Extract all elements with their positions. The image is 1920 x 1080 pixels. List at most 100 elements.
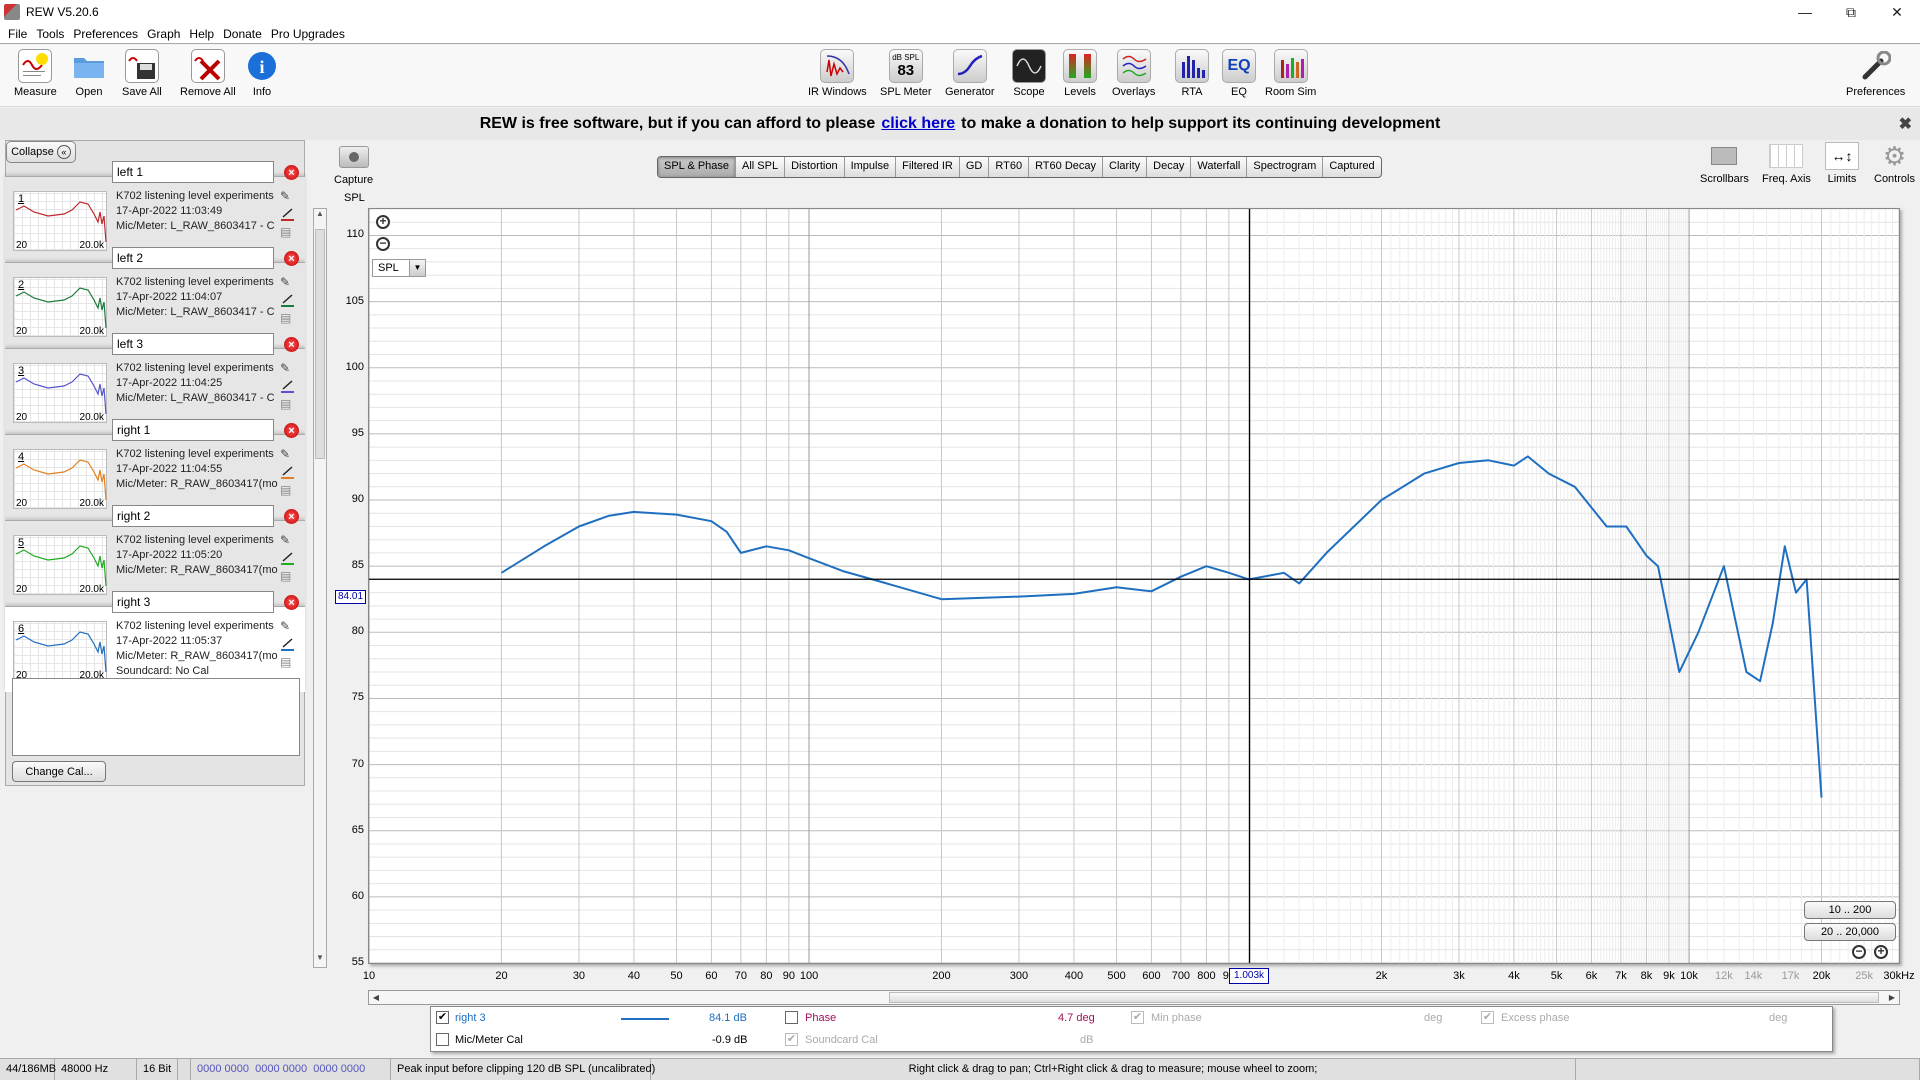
- tab-decay[interactable]: Decay: [1147, 157, 1192, 177]
- zoom-out-y-icon[interactable]: −: [376, 237, 390, 251]
- menu-pro-upgrades[interactable]: Pro Upgrades: [271, 27, 345, 41]
- delete-measurement-icon[interactable]: ×: [284, 165, 299, 180]
- save-all-button[interactable]: Save All: [122, 49, 162, 98]
- menu-preferences[interactable]: Preferences: [73, 27, 138, 41]
- measurement-name-input[interactable]: right 1: [112, 419, 274, 441]
- eq-button[interactable]: EQ EQ: [1222, 49, 1256, 98]
- spl-graph[interactable]: + − SPL ▼ 10 .. 200 20 .. 20,000 − +: [368, 208, 1900, 964]
- mic-cal-checkbox[interactable]: [436, 1033, 449, 1046]
- scope-button[interactable]: Scope: [1012, 49, 1046, 98]
- spl-meter-button[interactable]: dB SPL 83 SPL Meter: [880, 49, 932, 98]
- tab-clarity[interactable]: Clarity: [1103, 157, 1148, 177]
- overlays-button[interactable]: Overlays: [1112, 49, 1155, 98]
- trace-color-icon[interactable]: [280, 551, 296, 565]
- menu-file[interactable]: File: [8, 27, 27, 41]
- rta-button[interactable]: RTA: [1175, 49, 1209, 98]
- range-10-200-button[interactable]: 10 .. 200: [1804, 901, 1896, 919]
- zoom-in-y-icon[interactable]: +: [376, 215, 390, 229]
- restore-button[interactable]: ⧉: [1828, 0, 1874, 24]
- levels-button[interactable]: Levels: [1063, 49, 1097, 98]
- trace-color-icon[interactable]: [280, 379, 296, 393]
- dropdown-arrow-icon[interactable]: ▼: [409, 260, 425, 276]
- notes-icon[interactable]: ▤: [280, 311, 296, 325]
- measurement-thumbnail[interactable]: 3 20 20.0k: [13, 363, 107, 423]
- graph-hscrollbar[interactable]: ◀ ▶: [368, 990, 1900, 1005]
- measurement-name-input[interactable]: left 1: [112, 161, 274, 183]
- close-banner-icon[interactable]: ✖: [1899, 114, 1912, 134]
- excess-phase-checkbox[interactable]: ✔: [1481, 1011, 1494, 1024]
- measure-button[interactable]: Measure: [14, 49, 57, 98]
- measurement-thumbnail[interactable]: 5 20 20.0k: [13, 535, 107, 595]
- tab-captured[interactable]: Captured: [1323, 157, 1380, 177]
- spl-plot-canvas[interactable]: [369, 209, 1899, 963]
- tab-spl-phase[interactable]: SPL & Phase: [658, 157, 737, 177]
- notes-icon[interactable]: ▤: [280, 655, 296, 669]
- delete-measurement-icon[interactable]: ×: [284, 251, 299, 266]
- trace-color-icon[interactable]: [280, 465, 296, 479]
- spl-type-select[interactable]: SPL ▼: [372, 259, 426, 277]
- measurement-thumbnail[interactable]: 1 20 20.0k: [13, 191, 107, 251]
- close-button[interactable]: ✕: [1874, 0, 1920, 24]
- remove-all-button[interactable]: Remove All: [180, 49, 236, 98]
- controls-button[interactable]: ⚙ Controls: [1874, 141, 1915, 186]
- open-button[interactable]: Open: [72, 49, 106, 98]
- scroll-left-icon[interactable]: ◀: [369, 991, 383, 1004]
- notes-icon[interactable]: ▤: [280, 569, 296, 583]
- save-measurement-icon[interactable]: ✎: [280, 619, 296, 633]
- scroll-right-icon[interactable]: ▶: [1885, 991, 1899, 1004]
- measurement-notes[interactable]: [12, 678, 300, 756]
- tab-gd[interactable]: GD: [960, 157, 990, 177]
- scroll-down-icon[interactable]: ▼: [314, 953, 326, 967]
- tab-spectrogram[interactable]: Spectrogram: [1247, 157, 1324, 177]
- capture-button[interactable]: Capture: [334, 146, 373, 186]
- room-sim-button[interactable]: Room Sim: [1265, 49, 1316, 98]
- right3-checkbox[interactable]: ✔: [436, 1011, 449, 1024]
- notes-icon[interactable]: ▤: [280, 225, 296, 239]
- tab-rt60[interactable]: RT60: [989, 157, 1030, 177]
- donate-link[interactable]: click here: [881, 115, 955, 133]
- measurement-thumbnail[interactable]: 2 20 20.0k: [13, 277, 107, 337]
- info-button[interactable]: i Info: [245, 49, 279, 98]
- measurement-name-input[interactable]: left 2: [112, 247, 274, 269]
- measurement-name-input[interactable]: left 3: [112, 333, 274, 355]
- preferences-button[interactable]: Preferences: [1846, 49, 1905, 98]
- save-measurement-icon[interactable]: ✎: [280, 189, 296, 203]
- tab-filtered-ir[interactable]: Filtered IR: [896, 157, 960, 177]
- collapse-button[interactable]: Collapse «: [6, 141, 76, 163]
- measurement-name-input[interactable]: right 2: [112, 505, 274, 527]
- delete-measurement-icon[interactable]: ×: [284, 509, 299, 524]
- zoom-in-x-icon[interactable]: +: [1874, 945, 1888, 959]
- save-measurement-icon[interactable]: ✎: [280, 447, 296, 461]
- menu-graph[interactable]: Graph: [147, 27, 180, 41]
- save-measurement-icon[interactable]: ✎: [280, 533, 296, 547]
- tab-all-spl[interactable]: All SPL: [736, 157, 786, 177]
- panel-scrollbar[interactable]: ▲ ▼: [313, 208, 327, 968]
- change-cal-button[interactable]: Change Cal...: [12, 761, 106, 782]
- range-20-20000-button[interactable]: 20 .. 20,000: [1804, 923, 1896, 941]
- save-measurement-icon[interactable]: ✎: [280, 361, 296, 375]
- zoom-out-x-icon[interactable]: −: [1852, 945, 1866, 959]
- delete-measurement-icon[interactable]: ×: [284, 595, 299, 610]
- freq-axis-button[interactable]: Freq. Axis: [1762, 142, 1811, 185]
- ir-windows-button[interactable]: IR Windows: [808, 49, 867, 98]
- tab-impulse[interactable]: Impulse: [845, 157, 897, 177]
- soundcard-cal-checkbox[interactable]: ✔: [785, 1033, 798, 1046]
- scrollbar-thumb[interactable]: [315, 229, 325, 459]
- limits-button[interactable]: ↔↕ Limits: [1825, 142, 1859, 185]
- tab-waterfall[interactable]: Waterfall: [1191, 157, 1248, 177]
- notes-icon[interactable]: ▤: [280, 483, 296, 497]
- save-measurement-icon[interactable]: ✎: [280, 275, 296, 289]
- hscroll-thumb[interactable]: [889, 992, 1879, 1003]
- notes-icon[interactable]: ▤: [280, 397, 296, 411]
- menu-tools[interactable]: Tools: [36, 27, 64, 41]
- trace-color-icon[interactable]: [280, 637, 296, 651]
- trace-color-icon[interactable]: [280, 293, 296, 307]
- scrollbars-button[interactable]: Scrollbars: [1700, 142, 1749, 185]
- tab-distortion[interactable]: Distortion: [785, 157, 845, 177]
- tab-rt60-decay[interactable]: RT60 Decay: [1029, 157, 1103, 177]
- menu-donate[interactable]: Donate: [223, 27, 262, 41]
- trace-color-icon[interactable]: [280, 207, 296, 221]
- measurement-thumbnail[interactable]: 4 20 20.0k: [13, 449, 107, 509]
- delete-measurement-icon[interactable]: ×: [284, 337, 299, 352]
- measurement-thumbnail[interactable]: 6 20 20.0k: [13, 621, 107, 681]
